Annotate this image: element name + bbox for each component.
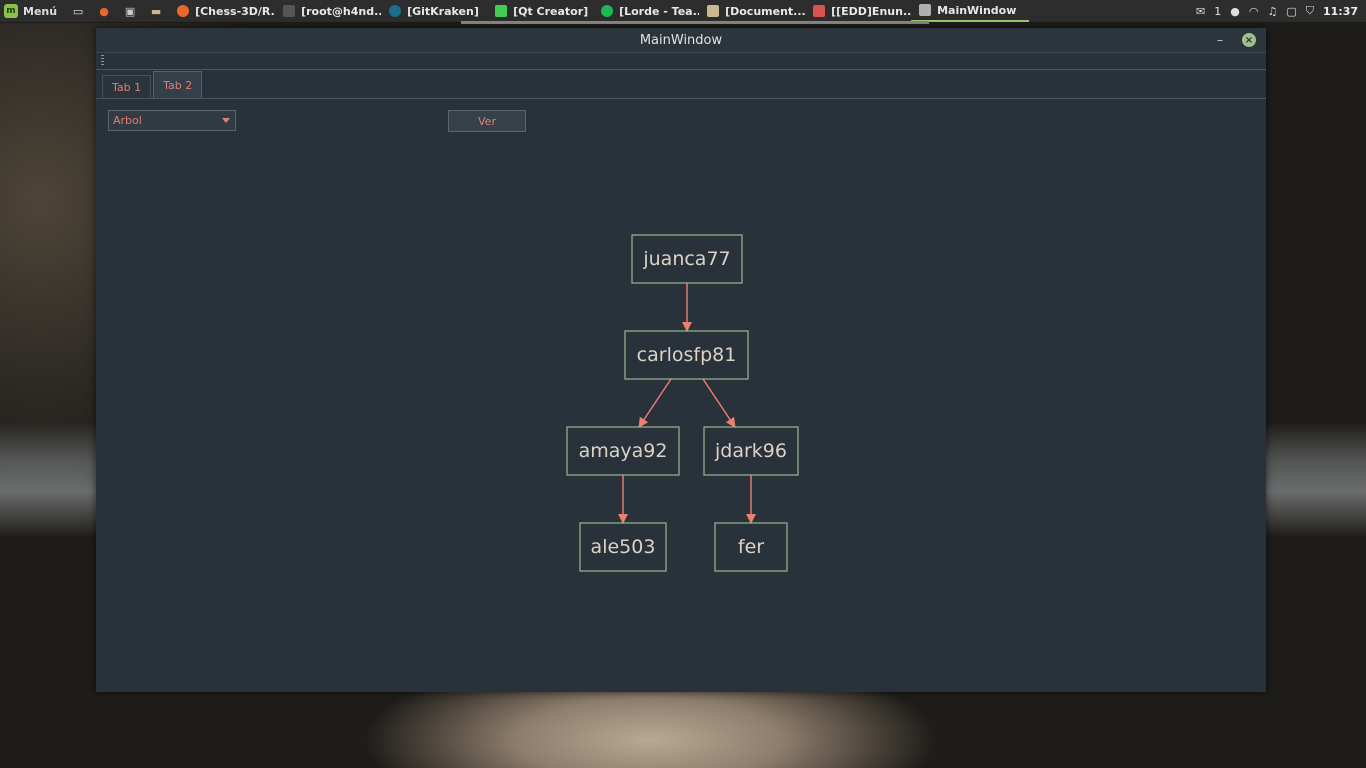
task-label: [Lorde - Tea...	[619, 4, 700, 18]
terminal-launcher-icon[interactable]: ▣	[122, 3, 138, 19]
tree-edge-arrow	[638, 378, 672, 428]
task-label: [Chess-3D/R...	[195, 4, 276, 18]
show-desktop-icon[interactable]: ▭	[70, 3, 86, 19]
panel-progress-strip	[461, 21, 929, 24]
tree-graph: juanca77 carlosfp81 amaya92 jdark96 ale503 fe…	[566, 234, 799, 572]
tree-node-label: fer	[738, 536, 764, 558]
tab-2[interactable]: Tab 2	[153, 71, 203, 98]
mint-logo-icon: m	[4, 4, 18, 18]
task-qt-creator[interactable]: [Qt Creator]	[487, 0, 593, 22]
tree-node-label: juanca77	[642, 248, 730, 270]
task-spotify[interactable]: [Lorde - Tea...	[593, 0, 699, 22]
tree-node: carlosfp81	[624, 330, 749, 380]
clock[interactable]: 11:37	[1323, 5, 1358, 18]
tab-1[interactable]: Tab 1	[102, 75, 152, 98]
document-icon	[813, 5, 826, 17]
task-mainwindow[interactable]: MainWindow	[911, 0, 1030, 22]
task-documents[interactable]: [Document...	[699, 0, 805, 22]
task-chess[interactable]: [Chess-3D/R...	[169, 0, 275, 22]
start-menu-label: Menú	[23, 4, 58, 18]
firefox-launcher-icon[interactable]: ●	[96, 3, 112, 19]
window-titlebar[interactable]: MainWindow – ×	[96, 28, 1266, 53]
lock-icon[interactable]: ▢	[1286, 5, 1296, 18]
task-terminal[interactable]: [root@h4nd...	[275, 0, 381, 22]
task-gitkraken[interactable]: [GitKraken]	[381, 0, 487, 22]
notifications-icon[interactable]: ✉	[1196, 5, 1205, 18]
task-label: [root@h4nd...	[301, 4, 382, 18]
tree-node-label: carlosfp81	[637, 344, 737, 366]
tab-label: Tab 1	[112, 80, 142, 94]
terminal-icon	[283, 5, 296, 17]
tree-node: ale503	[579, 522, 667, 572]
tree-node-label: amaya92	[579, 440, 668, 462]
toolbar	[96, 53, 1266, 70]
minimize-icon[interactable]: –	[1212, 32, 1228, 48]
tree-node-label: ale503	[591, 536, 656, 558]
task-label: MainWindow	[937, 3, 1017, 17]
notification-count: 1	[1214, 4, 1222, 18]
tree-node: fer	[714, 522, 788, 572]
system-tray: ✉ 1 ● ◠ ♫ ▢ ⛉ 11:37	[1196, 4, 1366, 18]
task-label: [Document...	[725, 4, 806, 18]
task-edd-document[interactable]: [[EDD]Enun...	[805, 0, 911, 22]
gitkraken-icon	[389, 5, 402, 17]
user-icon[interactable]: ●	[1230, 5, 1240, 18]
task-label: [GitKraken]	[407, 4, 479, 18]
task-label: [Qt Creator]	[513, 4, 589, 18]
window-icon	[919, 4, 932, 16]
taskbar: m Menú ▭ ● ▣ ▬ [Chess-3D/R... [root@h4nd…	[0, 0, 1366, 23]
firefox-icon	[177, 5, 190, 17]
tab-content: Arbol Ver juanca77 carlosfp81 amaya92 jdark…	[96, 99, 1266, 693]
tree-node-label: jdark96	[714, 440, 787, 462]
task-label: [[EDD]Enun...	[831, 4, 912, 18]
tab-label: Tab 2	[163, 78, 193, 92]
wifi-icon[interactable]: ◠	[1249, 5, 1259, 18]
tree-node: jdark96	[703, 426, 799, 476]
start-menu-button[interactable]: m Menú	[0, 0, 65, 22]
shield-icon[interactable]: ⛉	[1306, 4, 1314, 18]
qt-icon	[495, 5, 508, 17]
toolbar-grip-handle[interactable]	[101, 55, 104, 67]
tree-node: amaya92	[566, 426, 680, 476]
folder-icon	[707, 5, 720, 17]
tree-node: juanca77	[631, 234, 743, 284]
close-icon[interactable]: ×	[1242, 33, 1256, 47]
window-title: MainWindow	[639, 32, 723, 48]
spotify-icon	[601, 5, 614, 17]
tab-bar: Tab 1 Tab 2	[96, 70, 1266, 99]
main-window: MainWindow – × Tab 1 Tab 2 Arbol Ver jua…	[96, 28, 1266, 692]
music-icon[interactable]: ♫	[1267, 5, 1277, 18]
tree-edge-arrow	[702, 378, 736, 428]
files-launcher-icon[interactable]: ▬	[148, 3, 164, 19]
